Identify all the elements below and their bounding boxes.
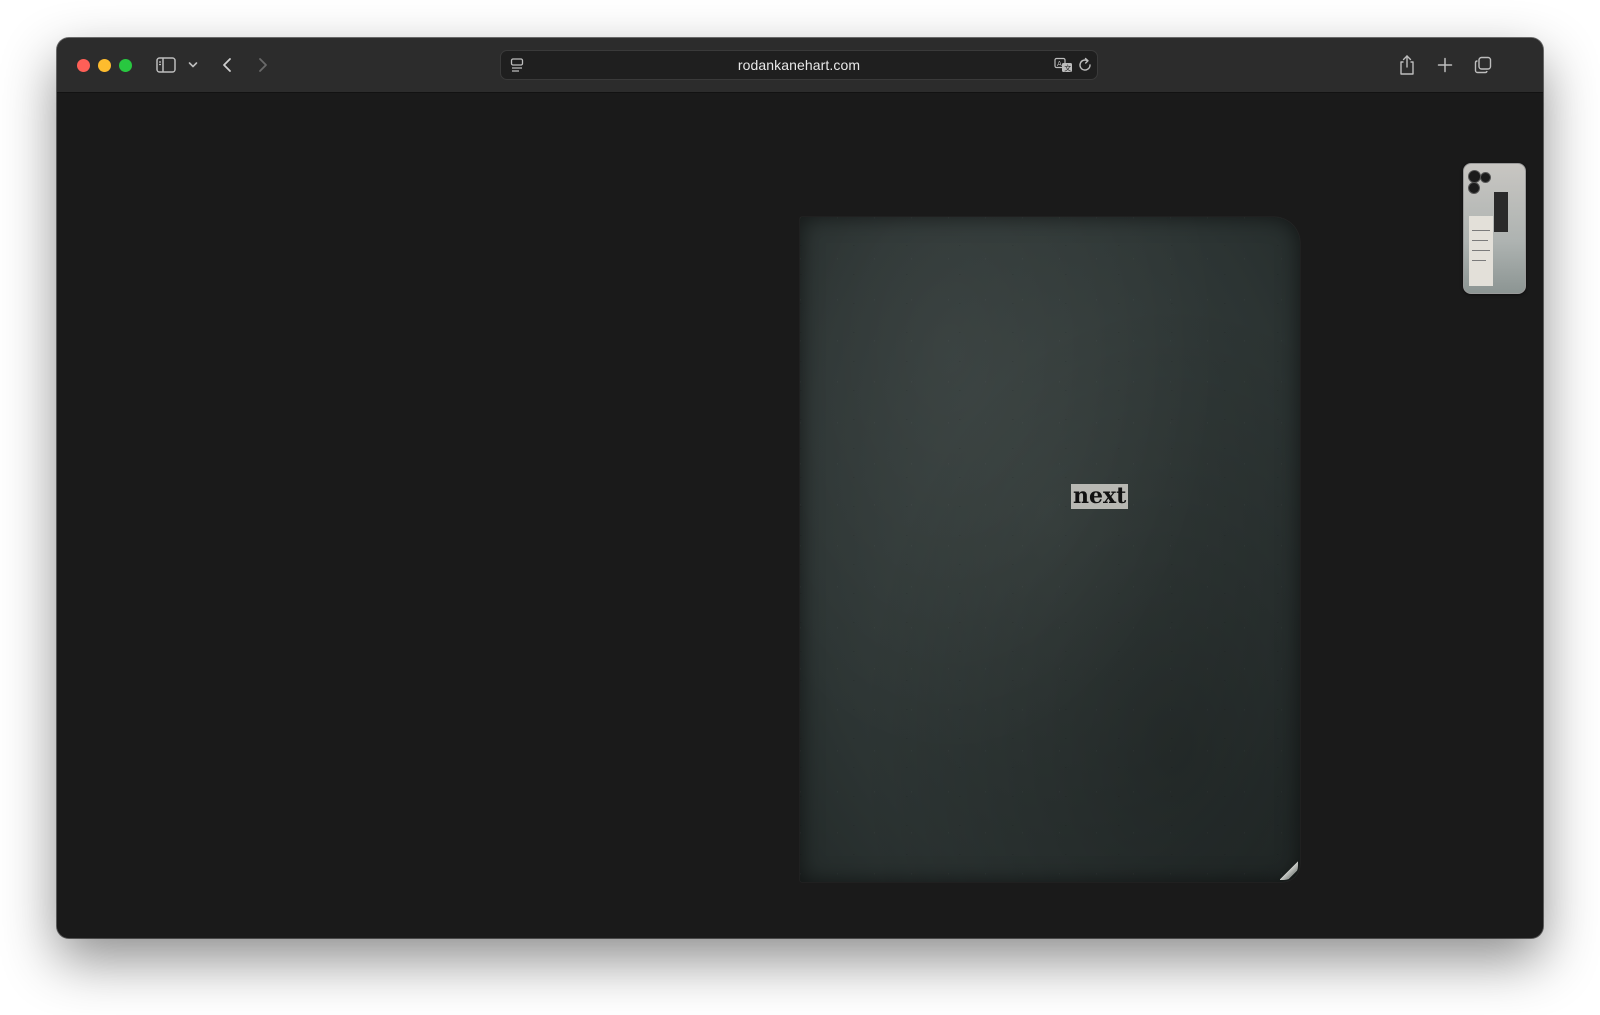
thumbnail-ink-line (1472, 240, 1488, 241)
translate-icon[interactable]: A 文 (1054, 57, 1074, 78)
svg-text:文: 文 (1064, 64, 1071, 73)
window-close-button[interactable] (77, 59, 90, 72)
browser-toolbar: rodankanehart.com A 文 (57, 38, 1543, 93)
notebook-cover[interactable] (800, 217, 1300, 882)
thumbnail-dark-strip (1494, 192, 1508, 232)
thumbnail-ink-line (1472, 230, 1490, 231)
page-content: next (57, 93, 1543, 938)
window-minimize-button[interactable] (98, 59, 111, 72)
window-maximize-button[interactable] (119, 59, 132, 72)
browser-window: rodankanehart.com A 文 next (57, 38, 1543, 938)
chevron-left-icon[interactable] (219, 53, 235, 77)
camera-lens-icon (1468, 182, 1480, 194)
phone-photo-thumbnail[interactable] (1463, 163, 1526, 294)
worn-corner (1280, 856, 1298, 880)
chevron-down-icon[interactable] (186, 53, 200, 77)
reload-icon[interactable] (1077, 57, 1093, 78)
thumbnail-paper (1469, 216, 1493, 286)
chevron-right-icon[interactable] (255, 53, 271, 77)
thumbnail-ink-line (1472, 260, 1486, 261)
camera-lens-icon (1480, 172, 1491, 183)
share-icon[interactable] (1397, 53, 1417, 77)
address-bar[interactable]: rodankanehart.com A 文 (500, 50, 1098, 80)
next-link[interactable]: next (1071, 484, 1129, 509)
tabs-icon[interactable] (1473, 53, 1493, 77)
plus-icon[interactable] (1436, 53, 1454, 77)
sidebar-icon[interactable] (155, 53, 177, 77)
svg-text:A: A (1057, 60, 1062, 68)
thumbnail-ink-line (1472, 250, 1490, 251)
url-text: rodankanehart.com (737, 57, 861, 73)
